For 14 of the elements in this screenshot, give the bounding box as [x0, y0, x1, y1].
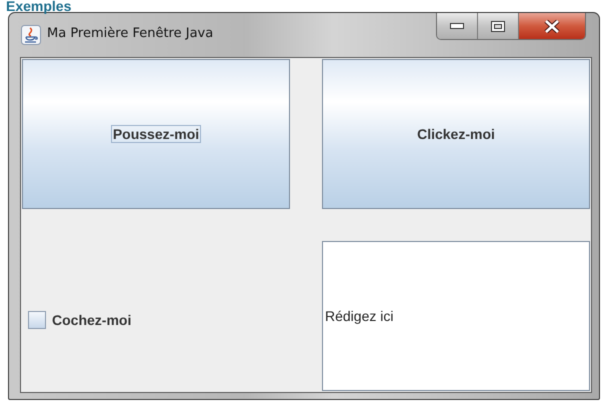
minimize-button[interactable]	[437, 13, 478, 39]
maximize-icon	[491, 20, 505, 32]
push-button[interactable]: Poussez-moi	[22, 59, 290, 209]
checkbox-label[interactable]: Cochez-moi	[52, 312, 132, 328]
java-cup-icon	[21, 25, 41, 45]
text-field[interactable]: Rédigez ici	[322, 241, 590, 391]
checkbox[interactable]	[28, 311, 46, 329]
page-heading: Exemples	[5, 0, 72, 12]
close-button[interactable]	[519, 13, 585, 39]
maximize-button[interactable]	[478, 13, 519, 39]
push-button[interactable]: Clickez-moi	[322, 59, 590, 209]
window-title: Ma Première Fenêtre Java	[47, 25, 214, 43]
close-icon	[544, 20, 560, 32]
minimize-icon	[450, 23, 464, 29]
